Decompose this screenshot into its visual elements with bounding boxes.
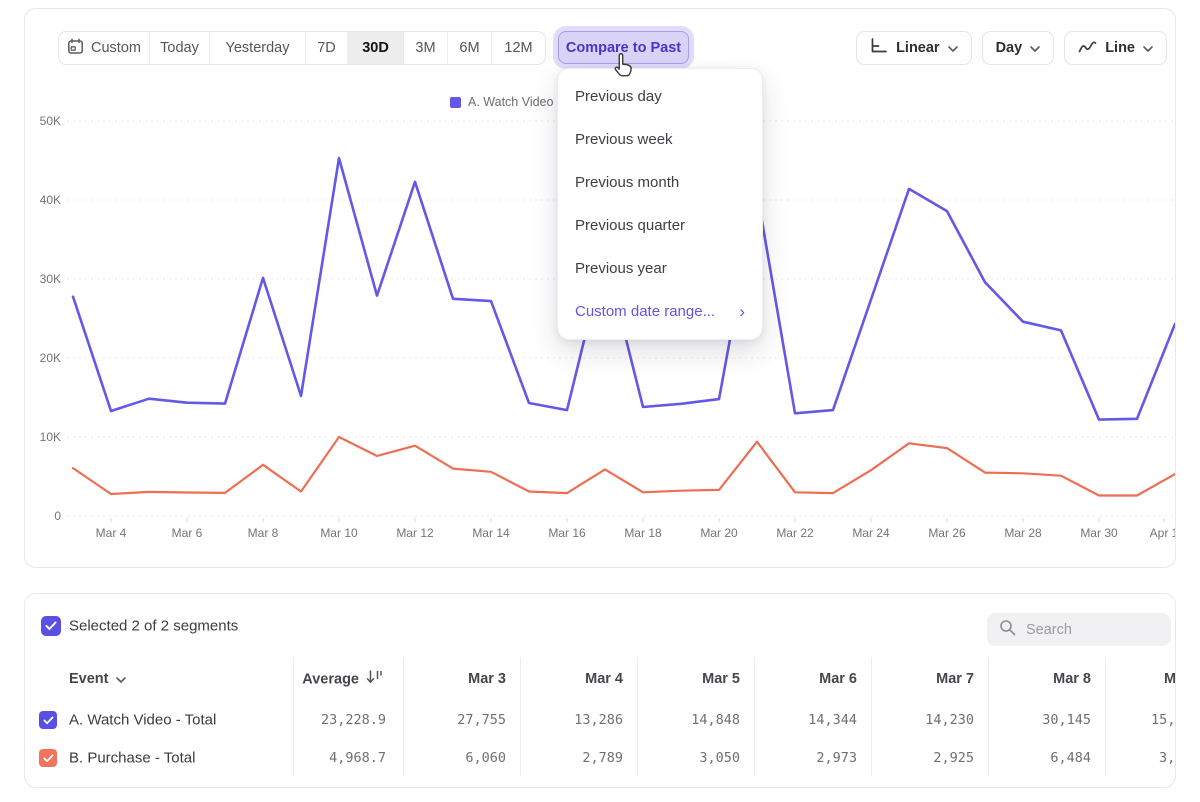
- x-axis-label: Mar 18: [624, 526, 662, 540]
- menu-item-previous-week[interactable]: Previous week: [558, 118, 762, 161]
- cell-mar-8: 30,145: [991, 712, 1091, 728]
- x-axis-label: Mar 4: [96, 526, 127, 540]
- check-icon: [43, 716, 54, 725]
- column-header-mar-7: Mar 7: [874, 671, 974, 687]
- check-icon: [45, 621, 57, 631]
- compare-to-past-menu: Previous dayPrevious weekPrevious monthP…: [557, 68, 763, 340]
- column-divider: [988, 658, 989, 776]
- column-header-mar-6: Mar 6: [757, 671, 857, 687]
- cell-mar-8: 6,484: [991, 750, 1091, 766]
- x-axis-label: Mar 20: [700, 526, 738, 540]
- cell-mar-4: 2,789: [523, 750, 623, 766]
- cell-average: 4,968.7: [276, 750, 386, 766]
- menu-item-previous-day[interactable]: Previous day: [558, 75, 762, 118]
- menu-item-previous-month[interactable]: Previous month: [558, 161, 762, 204]
- x-axis-label: Mar 8: [248, 526, 279, 540]
- analytics-insights-page: CustomTodayYesterday7D30D3M6M12M Compare…: [0, 0, 1200, 802]
- cell-mar-6: 14,344: [757, 712, 857, 728]
- x-axis-label: Mar 16: [548, 526, 586, 540]
- column-divider: [1105, 658, 1106, 776]
- y-axis-label: 30K: [40, 272, 61, 286]
- column-header-mar-4: Mar 4: [523, 671, 623, 687]
- cell-mar-6: 2,973: [757, 750, 857, 766]
- x-axis-label: Mar 6: [172, 526, 203, 540]
- search-input[interactable]: Search: [987, 613, 1171, 646]
- cell-mar-3: 27,755: [406, 712, 506, 728]
- column-header-mar-3: Mar 3: [406, 671, 506, 687]
- cell-mar-4: 13,286: [523, 712, 623, 728]
- x-axis-label: Mar 30: [1080, 526, 1118, 540]
- segments-card: Selected 2 of 2 segments Search Event Ave…: [24, 593, 1176, 788]
- column-header-event[interactable]: Event: [69, 671, 126, 687]
- chevron-down-icon: [116, 671, 126, 687]
- cell-clipped: 3,: [1159, 750, 1175, 766]
- y-axis-label: 40K: [40, 193, 61, 207]
- legend-swatch: [450, 97, 461, 108]
- check-icon: [43, 754, 54, 763]
- row-label: A. Watch Video - Total: [69, 712, 216, 729]
- row-checkbox-b-purchase-total[interactable]: [39, 749, 57, 767]
- column-divider: [637, 658, 638, 776]
- cell-mar-5: 14,848: [640, 712, 740, 728]
- menu-item-previous-quarter[interactable]: Previous quarter: [558, 204, 762, 247]
- sort-descending-icon: [366, 670, 384, 689]
- segments-summary: Selected 2 of 2 segments: [69, 618, 238, 635]
- menu-item-previous-year[interactable]: Previous year: [558, 247, 762, 290]
- custom-date-range-label: Custom date range...: [575, 303, 715, 320]
- column-divider: [754, 658, 755, 776]
- x-axis-label: Mar 24: [852, 526, 890, 540]
- cell-mar-7: 2,925: [874, 750, 974, 766]
- select-all-checkbox[interactable]: [41, 616, 61, 636]
- column-divider: [871, 658, 872, 776]
- row-label: B. Purchase - Total: [69, 750, 195, 767]
- cell-clipped: 15,: [1151, 712, 1175, 728]
- search-icon: [999, 619, 1016, 640]
- x-axis-label: Apr 1: [1150, 526, 1175, 540]
- column-header-mar-5: Mar 5: [640, 671, 740, 687]
- cell-mar-5: 3,050: [640, 750, 740, 766]
- cell-average: 23,228.9: [276, 712, 386, 728]
- column-divider: [403, 658, 404, 776]
- x-axis-label: Mar 22: [776, 526, 814, 540]
- x-axis-label: Mar 28: [1004, 526, 1042, 540]
- column-header-average[interactable]: Average: [302, 670, 384, 689]
- series-line-b-purchase-total: [73, 437, 1175, 496]
- chevron-right-icon: ›: [739, 303, 745, 320]
- search-placeholder: Search: [1026, 622, 1072, 638]
- column-divider: [520, 658, 521, 776]
- y-axis-label: 0: [54, 509, 61, 523]
- x-axis-label: Mar 14: [472, 526, 510, 540]
- cell-mar-3: 6,060: [406, 750, 506, 766]
- column-header-mar-8: Mar 8: [991, 671, 1091, 687]
- column-header-label: Average: [302, 671, 359, 687]
- cell-mar-7: 14,230: [874, 712, 974, 728]
- x-axis-label: Mar 10: [320, 526, 358, 540]
- x-axis-label: Mar 12: [396, 526, 434, 540]
- column-header-clipped: M: [1164, 671, 1176, 687]
- x-axis-label: Mar 26: [928, 526, 966, 540]
- y-axis-label: 10K: [40, 430, 61, 444]
- y-axis-label: 20K: [40, 351, 61, 365]
- row-checkbox-a-watch-video-total[interactable]: [39, 711, 57, 729]
- column-header-label: Event: [69, 671, 109, 687]
- menu-item-custom-date-range[interactable]: Custom date range... ›: [558, 290, 762, 333]
- y-axis-label: 50K: [40, 114, 61, 128]
